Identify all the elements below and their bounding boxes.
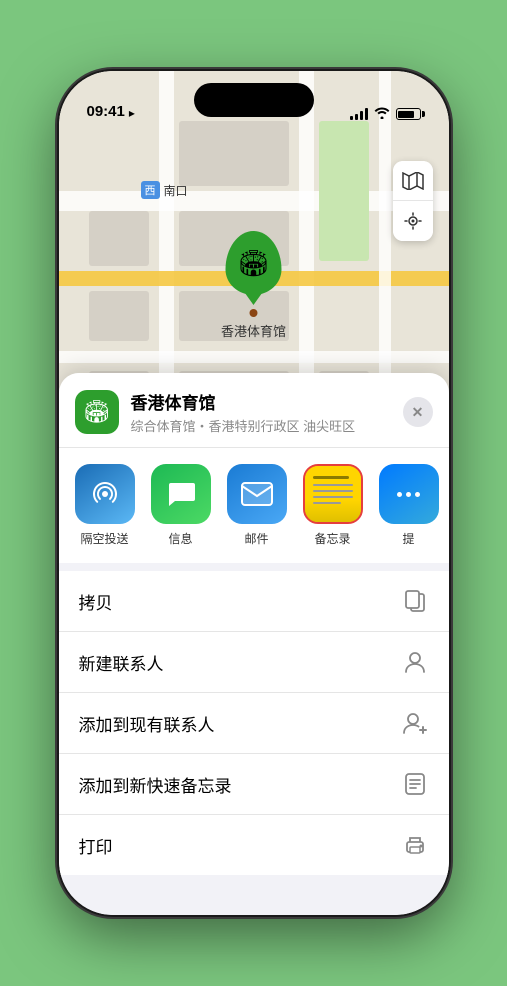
action-add-contact[interactable]: 添加到现有联系人 <box>59 693 449 754</box>
pin-icon: 🏟 <box>225 231 281 295</box>
person-add-icon <box>401 709 429 737</box>
status-icons <box>350 106 421 122</box>
location-icon: ▸ <box>129 106 135 120</box>
signal-bar-3 <box>360 111 363 120</box>
note-icon <box>401 770 429 798</box>
battery-icon <box>396 108 421 120</box>
wifi-icon <box>374 106 390 122</box>
share-item-notes[interactable]: 备忘录 <box>303 464 363 547</box>
mail-label: 邮件 <box>244 530 268 547</box>
messages-label: 信息 <box>168 530 192 547</box>
notes-label: 备忘录 <box>314 530 350 547</box>
share-item-more[interactable]: 提 <box>379 464 439 547</box>
battery-fill <box>398 111 414 118</box>
signal-bars <box>350 108 368 120</box>
action-copy-label: 拷贝 <box>79 589 113 614</box>
action-print[interactable]: 打印 <box>59 815 449 875</box>
map-controls[interactable] <box>393 161 433 241</box>
action-print-label: 打印 <box>79 833 113 858</box>
action-new-contact[interactable]: 新建联系人 <box>59 632 449 693</box>
more-label: 提 <box>402 530 414 547</box>
location-button[interactable] <box>393 201 433 241</box>
pin-label: 香港体育馆 <box>221 321 286 340</box>
airdrop-label: 隔空投送 <box>80 530 128 547</box>
close-icon: ✕ <box>412 404 424 421</box>
share-item-messages[interactable]: 信息 <box>151 464 211 547</box>
pin-dot <box>249 309 257 317</box>
phone-frame: 09:41 ▸ <box>59 71 449 915</box>
place-subtitle: 综合体育馆・香港特别行政区 油尖旺区 <box>131 416 391 435</box>
location-pin: 🏟 香港体育馆 <box>221 231 286 340</box>
action-add-contact-label: 添加到现有联系人 <box>79 711 215 736</box>
signal-bar-2 <box>355 114 358 120</box>
share-item-airdrop[interactable]: 隔空投送 <box>75 464 135 547</box>
copy-icon <box>401 587 429 615</box>
airdrop-icon <box>75 464 135 524</box>
person-icon <box>401 648 429 676</box>
action-copy[interactable]: 拷贝 <box>59 571 449 632</box>
map-type-button[interactable] <box>393 161 433 201</box>
place-icon: 🏟 <box>75 390 119 434</box>
messages-icon <box>151 464 211 524</box>
place-name: 香港体育馆 <box>131 389 391 414</box>
map-label-text: 南口 <box>164 182 188 199</box>
print-icon <box>401 831 429 859</box>
action-list: 拷贝 新建联系人 <box>59 571 449 875</box>
place-header: 🏟 香港体育馆 综合体育馆・香港特别行政区 油尖旺区 ✕ <box>59 373 449 448</box>
signal-bar-1 <box>350 116 353 120</box>
pin-stadium-icon: 🏟 <box>237 248 270 279</box>
notes-icon <box>303 464 363 524</box>
map-label: 西 南口 <box>141 181 188 199</box>
dynamic-island <box>194 83 314 117</box>
action-add-note-label: 添加到新快速备忘录 <box>79 772 232 797</box>
mail-icon <box>227 464 287 524</box>
map-label-badge: 西 <box>141 181 160 199</box>
bottom-sheet: 🏟 香港体育馆 综合体育馆・香港特别行政区 油尖旺区 ✕ <box>59 373 449 915</box>
more-icon <box>379 464 439 524</box>
status-time: 09:41 <box>87 103 125 122</box>
action-add-note[interactable]: 添加到新快速备忘录 <box>59 754 449 815</box>
share-row: 隔空投送 信息 <box>59 448 449 563</box>
close-button[interactable]: ✕ <box>403 397 433 427</box>
signal-bar-4 <box>365 108 368 120</box>
place-info: 香港体育馆 综合体育馆・香港特别行政区 油尖旺区 <box>131 389 391 435</box>
phone-screen: 09:41 ▸ <box>59 71 449 915</box>
action-new-contact-label: 新建联系人 <box>79 650 164 675</box>
share-item-mail[interactable]: 邮件 <box>227 464 287 547</box>
